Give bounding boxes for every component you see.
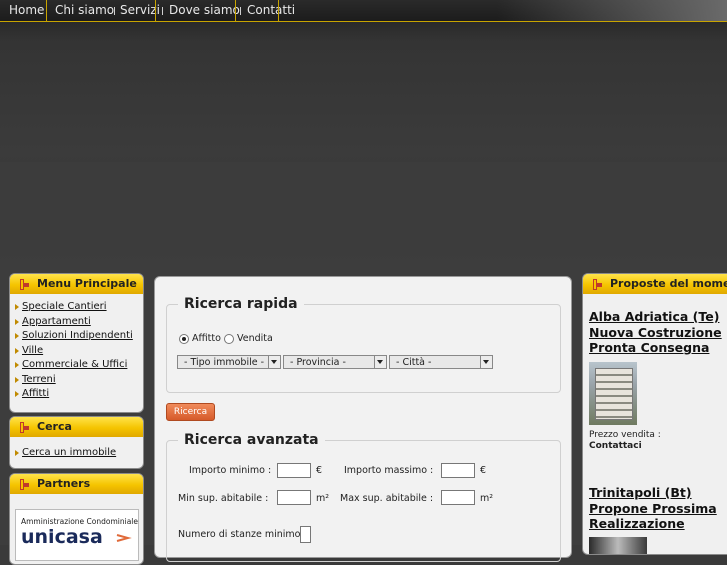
radio-affitto[interactable] [179, 334, 189, 344]
select-tipo-value: - Tipo immobile - [184, 357, 265, 368]
stanze-input[interactable] [300, 526, 311, 543]
radio-affitto-label: Affitto [192, 333, 221, 344]
select-provincia[interactable]: - Provincia - [283, 355, 387, 369]
top-navigation-bar: Home Chi siamo Servizi Dove siamo Contat… [0, 0, 727, 22]
ricerca-rapida-fieldset [166, 304, 561, 393]
importo-max-label: Importo massimo : [344, 465, 434, 476]
select-citta-value: - Città - [396, 357, 432, 368]
menu-item-ville[interactable]: Ville [15, 344, 143, 359]
menu-item-label[interactable]: Appartamenti [22, 316, 91, 327]
menu-principale-header: Menu Principale [10, 274, 143, 294]
brand-logo-icon [20, 479, 29, 490]
banner-band [0, 162, 727, 250]
ricerca-rapida-title: Ricerca rapida [178, 296, 304, 312]
menu-item-label[interactable]: Ville [22, 345, 43, 356]
nav-fade [497, 0, 727, 21]
nav-divider [162, 7, 163, 15]
chevron-down-icon [268, 356, 280, 368]
proposta-2-line2[interactable]: Propone Prossima [589, 501, 717, 517]
nav-divider [240, 7, 241, 15]
nav-divider [114, 7, 115, 15]
menu-principale-box: Menu Principale Speciale Cantieri Appart… [9, 273, 144, 413]
proposta-1-line3[interactable]: Pronta Consegna [589, 340, 709, 356]
menu-item-appartamenti[interactable]: Appartamenti [15, 315, 143, 330]
nav-home[interactable]: Home [9, 0, 44, 21]
proposta-1-line2[interactable]: Nuova Costruzione [589, 325, 722, 341]
arrow-icon [116, 534, 132, 542]
select-tipo-immobile[interactable]: - Tipo immobile - [177, 355, 281, 369]
partner-banner-subtitle: Amministrazione Condominiale [21, 517, 139, 526]
header-banner [0, 22, 727, 262]
proposte-title: Proposte del mome [610, 277, 727, 290]
nav-servizi[interactable]: Servizi [120, 0, 160, 21]
select-provincia-value: - Provincia - [290, 357, 346, 368]
sup-max-input[interactable] [441, 490, 475, 505]
menu-item-label[interactable]: Soluzioni Indipendenti [22, 330, 133, 341]
nav-separator [46, 0, 47, 22]
partner-banner-unicasa[interactable]: Amministrazione Condominiale unicasa [15, 509, 139, 561]
radio-vendita-label: Vendita [237, 333, 273, 344]
menu-item-label[interactable]: Affitti [22, 388, 49, 399]
ricerca-button[interactable]: Ricerca [166, 403, 215, 421]
menu-principale-list: Speciale Cantieri Appartamenti Soluzioni… [10, 294, 143, 402]
nav-separator [155, 0, 156, 22]
proposte-header: Proposte del mome [583, 274, 727, 294]
chevron-down-icon [374, 356, 386, 368]
menu-principale-title: Menu Principale [37, 277, 137, 290]
menu-item-commerciale-uffici[interactable]: Commerciale & Uffici [15, 358, 143, 373]
proposte-box: Proposte del mome Alba Adriatica (Te) Nu… [582, 273, 727, 555]
sup-min-input[interactable] [277, 490, 311, 505]
brand-logo-icon [20, 279, 29, 290]
stanze-label: Numero di stanze minimo : [178, 529, 307, 540]
cerca-item-immobile[interactable]: Cerca un immobile [15, 446, 143, 461]
importo-max-input[interactable] [441, 463, 475, 478]
brand-logo-icon [593, 279, 602, 290]
radio-vendita[interactable] [224, 334, 234, 344]
cerca-title: Cerca [37, 420, 72, 433]
nav-separator [278, 0, 279, 22]
brand-logo-icon [20, 422, 29, 433]
proposta-2-line3[interactable]: Realizzazione [589, 516, 685, 532]
euro-symbol: € [480, 465, 487, 476]
nav-dove-siamo[interactable]: Dove siamo [169, 0, 240, 21]
cerca-header: Cerca [10, 417, 143, 437]
cerca-box: Cerca Cerca un immobile [9, 416, 144, 469]
importo-min-label: Importo minimo : [189, 465, 272, 476]
menu-item-speciale-cantieri[interactable]: Speciale Cantieri [15, 300, 143, 315]
select-citta[interactable]: - Città - [389, 355, 493, 369]
sqm-symbol: m² [480, 493, 494, 504]
menu-item-soluzioni-indipendenti[interactable]: Soluzioni Indipendenti [15, 329, 143, 344]
chevron-down-icon [480, 356, 492, 368]
sup-max-label: Max sup. abitabile : [340, 493, 434, 504]
partners-title: Partners [37, 477, 91, 490]
sqm-symbol: m² [316, 493, 330, 504]
ricerca-avanzata-title: Ricerca avanzata [178, 432, 325, 448]
proposta-1-photo[interactable] [589, 362, 637, 425]
partners-header: Partners [10, 474, 143, 494]
importo-min-input[interactable] [277, 463, 311, 478]
proposta-2-photo[interactable] [589, 537, 647, 554]
search-panel: Ricerca rapida Affitto Vendita - Tipo im… [154, 276, 572, 562]
proposta-1-line1[interactable]: Alba Adriatica (Te) [589, 309, 719, 325]
cerca-list: Cerca un immobile [10, 437, 143, 461]
menu-item-label[interactable]: Speciale Cantieri [22, 301, 107, 312]
proposta-1-price-value: Contattaci [589, 441, 642, 451]
menu-item-label[interactable]: Commerciale & Uffici [22, 359, 127, 370]
menu-item-affitti[interactable]: Affitti [15, 387, 143, 402]
menu-item-terreni[interactable]: Terreni [15, 373, 143, 388]
building-shape [595, 368, 633, 420]
proposta-2-line1[interactable]: Trinitapoli (Bt) [589, 485, 692, 501]
nav-contatti[interactable]: Contatti [247, 0, 295, 21]
menu-item-label[interactable]: Terreni [22, 374, 56, 385]
euro-symbol: € [316, 465, 323, 476]
nav-separator [235, 0, 236, 22]
proposta-1-price-label: Prezzo vendita : [589, 430, 661, 440]
partners-box: Partners Amministrazione Condominiale un… [9, 473, 144, 565]
sup-min-label: Min sup. abitabile : [178, 493, 269, 504]
cerca-item-label[interactable]: Cerca un immobile [22, 447, 116, 458]
nav-chi-siamo[interactable]: Chi siamo [55, 0, 114, 21]
